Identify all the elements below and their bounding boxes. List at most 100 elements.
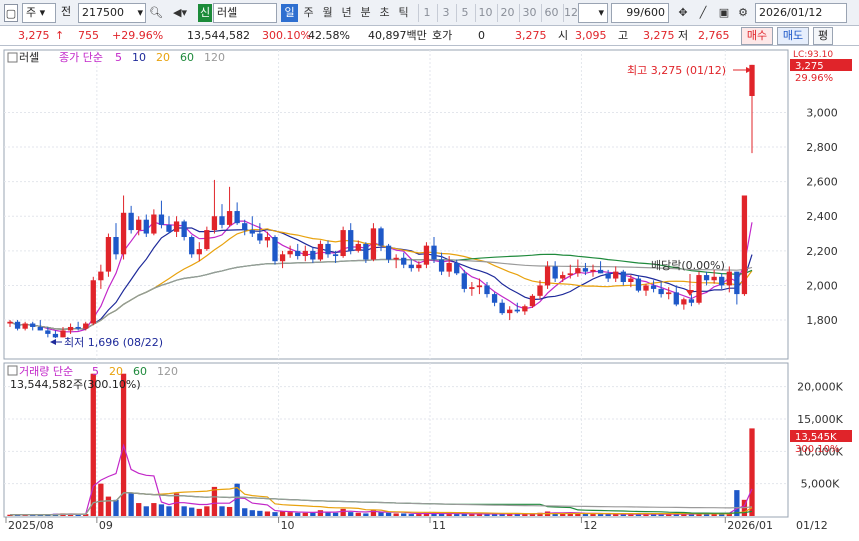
volume-bar bbox=[219, 506, 225, 516]
candle-body bbox=[37, 326, 43, 331]
volume-bar bbox=[355, 512, 361, 516]
stock-chart[interactable]: 3,000 2,800 2,600 2,400 2,200 2,000 1,800 20,00… bbox=[0, 46, 859, 541]
candle-body bbox=[522, 306, 528, 312]
bar-count-field[interactable]: 99/600 bbox=[611, 3, 669, 23]
volume-bar bbox=[454, 514, 460, 516]
save-icon[interactable]: ▣ bbox=[716, 4, 732, 22]
candle-body bbox=[416, 264, 422, 269]
volume-tick-label: 15,000K bbox=[797, 413, 843, 426]
volume-bar bbox=[211, 486, 218, 516]
volume-bar bbox=[749, 428, 755, 516]
candle-body bbox=[105, 237, 112, 272]
candle-body bbox=[249, 230, 255, 234]
stock-name-field: 러셀 bbox=[213, 3, 277, 23]
volume-bar bbox=[408, 514, 414, 516]
price-tick-label: 2,200 bbox=[806, 245, 838, 258]
volume-bar bbox=[348, 512, 354, 516]
speaker-icon[interactable]: ◀▾ bbox=[166, 4, 194, 22]
volume-ratio: 300.10% bbox=[262, 29, 311, 42]
candle-body bbox=[370, 228, 377, 260]
code-input[interactable]: 217500 ▾ bbox=[78, 3, 146, 23]
market-select[interactable]: 주 ▾ bbox=[22, 3, 56, 23]
candle-body bbox=[257, 233, 263, 241]
volume-bar bbox=[295, 512, 301, 516]
crosshair-icon[interactable]: ✥ bbox=[674, 4, 692, 22]
interval-button-3[interactable]: 10 bbox=[475, 4, 495, 22]
interval-button-1[interactable]: 3 bbox=[437, 4, 454, 22]
volume-summary: 13,544,582주(300.10%) bbox=[10, 378, 141, 391]
candle-body bbox=[552, 266, 558, 279]
candle-body bbox=[143, 219, 149, 234]
volume-bar bbox=[401, 513, 407, 516]
candle-body bbox=[650, 285, 657, 289]
prefix-label: 전 bbox=[58, 3, 76, 23]
candle-body bbox=[136, 219, 142, 231]
candle-body bbox=[219, 216, 225, 225]
interval-dropdown[interactable]: ▾ bbox=[578, 3, 608, 23]
price-change: 755 bbox=[78, 29, 99, 42]
candle-body bbox=[423, 245, 430, 265]
top-ticker: LC:93.10 bbox=[793, 50, 833, 60]
candle-body bbox=[264, 237, 271, 241]
period-button-2[interactable]: 월 bbox=[319, 4, 336, 22]
candle-body bbox=[446, 262, 452, 272]
price-legend-name: 러셀 bbox=[19, 51, 39, 64]
buy-button[interactable]: 매수 bbox=[741, 27, 773, 45]
candle-body bbox=[461, 273, 467, 289]
interval-button-5[interactable]: 30 bbox=[519, 4, 539, 22]
volume-bar bbox=[98, 483, 104, 516]
volume-ma-period-60: 60 bbox=[133, 365, 147, 378]
interval-button-2[interactable]: 5 bbox=[456, 4, 473, 22]
volume-bar bbox=[416, 514, 422, 516]
x-right-label: 01/12 bbox=[796, 519, 828, 532]
candle-body bbox=[605, 273, 611, 279]
volume-bar bbox=[158, 504, 165, 516]
chart-toolbar: ▢ 주 ▾ 전 217500 ▾ 🔍︎ ◀▾ 신 러셀 일주월년분초틱 1 3 5 10… bbox=[0, 0, 859, 26]
volume-bar bbox=[597, 514, 604, 516]
candle-body bbox=[590, 269, 596, 272]
code-value: 217500 bbox=[82, 6, 124, 19]
period-button-4[interactable]: 분 bbox=[357, 4, 374, 22]
period-button-1[interactable]: 주 bbox=[300, 4, 317, 22]
market-select-value: 주 bbox=[26, 6, 37, 19]
period-button-3[interactable]: 년 bbox=[338, 4, 355, 22]
candle-body bbox=[431, 245, 437, 260]
volume-bar bbox=[181, 506, 187, 516]
x-tick-label: 2025/08 bbox=[8, 519, 54, 532]
volume-bar bbox=[590, 514, 596, 516]
candle-body bbox=[726, 271, 732, 286]
period-button-5[interactable]: 초 bbox=[376, 4, 393, 22]
sell-button[interactable]: 매도 bbox=[777, 27, 809, 45]
price-tick-label: 2,600 bbox=[806, 176, 838, 189]
settings-icon[interactable]: ⚙ bbox=[735, 4, 751, 22]
code-dropdown-icon[interactable]: ▾ bbox=[137, 4, 143, 22]
hoga-value: 0 bbox=[478, 29, 485, 42]
candle-body bbox=[507, 309, 513, 314]
draw-tool-icon[interactable]: ╱ bbox=[694, 4, 712, 22]
candle-body bbox=[582, 268, 589, 272]
candle-body bbox=[158, 214, 165, 225]
candle-body bbox=[173, 221, 180, 232]
last-pct-tag: 29.96% bbox=[795, 73, 833, 84]
volume-bar bbox=[204, 506, 210, 516]
eval-button[interactable]: 평 bbox=[813, 27, 833, 45]
date-field[interactable]: 2026/01/12 bbox=[755, 3, 847, 23]
chart-window-icon[interactable]: ▢ bbox=[4, 4, 18, 22]
candle-body bbox=[696, 275, 702, 303]
price-tick-label: 1,800 bbox=[806, 314, 838, 327]
volume-tick-label: 20,000K bbox=[797, 381, 843, 394]
interval-button-0[interactable]: 1 bbox=[418, 4, 435, 22]
volume-bar bbox=[310, 512, 316, 516]
interval-button-4[interactable]: 20 bbox=[497, 4, 517, 22]
volume-panel-menu-icon[interactable] bbox=[7, 365, 18, 376]
period-button-0[interactable]: 일 bbox=[281, 4, 298, 22]
candle-body bbox=[226, 211, 233, 225]
panel-menu-icon[interactable] bbox=[7, 52, 18, 63]
interval-button-6[interactable]: 60 bbox=[541, 4, 561, 22]
price-ma-period-20: 20 bbox=[156, 51, 170, 64]
candle-body bbox=[363, 243, 369, 260]
search-icon[interactable]: 🔍︎ bbox=[149, 4, 163, 22]
period-button-6[interactable]: 틱 bbox=[395, 4, 412, 22]
candle-body bbox=[575, 268, 581, 274]
price-panel-frame bbox=[3, 49, 789, 360]
